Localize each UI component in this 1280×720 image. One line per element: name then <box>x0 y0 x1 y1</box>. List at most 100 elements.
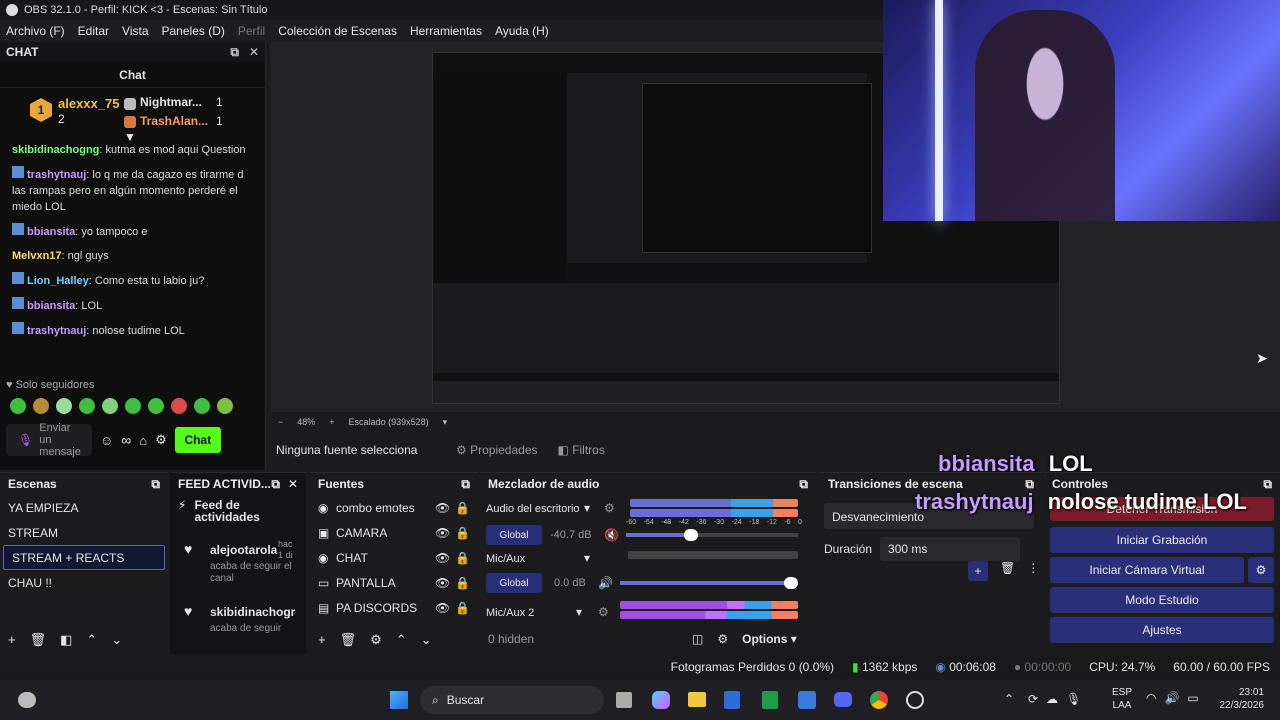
menu-vista[interactable]: Vista <box>122 24 148 38</box>
source-item[interactable]: ▤ PA DISCORDS 👁 🔒 <box>310 595 478 620</box>
file-explorer-icon[interactable] <box>688 692 706 707</box>
source-item[interactable]: ▣ CAMARA 👁 🔒 <box>310 520 478 545</box>
undock-icon[interactable]: ⧉ <box>271 477 280 492</box>
emote-icon[interactable] <box>217 398 233 414</box>
menu-coleccion[interactable]: Colección de Escenas <box>278 24 397 38</box>
up-icon[interactable]: ⌃ <box>396 632 407 648</box>
source-item[interactable]: ◉ CHAT 👁 🔒 <box>310 545 478 570</box>
scene-item[interactable]: CHAU !! <box>0 570 168 595</box>
scaling-select[interactable]: Escalado (939x528) <box>349 417 429 427</box>
volume-slider[interactable] <box>626 529 798 541</box>
visibility-icon[interactable]: 👁 <box>435 551 455 565</box>
layout-icon[interactable]: ◫ <box>692 632 703 646</box>
visibility-icon[interactable]: 👁 <box>435 526 455 540</box>
source-item[interactable]: ◉ combo emotes 👁 🔒 <box>310 495 478 520</box>
up-icon[interactable]: ⌃ <box>86 632 97 648</box>
options-button[interactable]: Options ▾ <box>742 632 797 646</box>
lock-icon[interactable]: 🔒 <box>455 526 470 540</box>
lock-icon[interactable]: 🔒 <box>455 601 470 615</box>
down-icon[interactable]: ⌄ <box>421 632 432 648</box>
start-recording-button[interactable]: Iniciar Grabación <box>1050 527 1274 553</box>
menu-ayuda[interactable]: Ayuda (H) <box>495 24 549 38</box>
menu-perfil[interactable]: Perfil <box>238 24 265 38</box>
lock-icon[interactable]: 🔒 <box>455 551 470 565</box>
network-volume-battery-icons[interactable]: ◠🔊▭ <box>1146 691 1207 705</box>
add-icon[interactable]: + <box>8 632 16 648</box>
duration-input[interactable]: 300 ms <box>880 537 1021 561</box>
chevron-down-icon[interactable]: ▾ <box>584 501 590 515</box>
emote-icon[interactable] <box>56 398 72 414</box>
chat-send-button[interactable]: Chat <box>174 427 221 453</box>
emote-icon[interactable] <box>194 398 210 414</box>
properties-button[interactable]: ⚙ Propiedades <box>456 443 538 457</box>
volume-slider[interactable] <box>620 577 798 589</box>
zoom-in-button[interactable]: + <box>329 417 334 427</box>
settings-button[interactable]: Ajustes <box>1050 617 1274 643</box>
obs-taskbar-icon[interactable] <box>906 691 924 709</box>
down-icon[interactable]: ⌄ <box>111 632 122 648</box>
advanced-audio-icon[interactable]: ⚙ <box>717 632 728 646</box>
close-icon[interactable]: ✕ <box>249 45 259 60</box>
store-icon[interactable]: ⌂ <box>139 433 147 448</box>
language-indicator[interactable]: ESP LAA <box>1112 686 1132 712</box>
menu-paneles[interactable]: Paneles (D) <box>162 24 225 38</box>
add-icon[interactable]: + <box>318 632 326 648</box>
emote-icon[interactable] <box>10 398 26 414</box>
infinity-icon[interactable]: ∞ <box>121 432 131 448</box>
filters-button[interactable]: ◧ Filtros <box>558 443 605 457</box>
emote-picker-icon[interactable]: ☺ <box>100 433 113 448</box>
lock-icon[interactable]: 🔒 <box>455 501 470 515</box>
chevron-down-icon[interactable]: ▾ <box>443 417 448 428</box>
clock[interactable]: 23:01 22/3/2026 <box>1214 686 1265 712</box>
emote-icon[interactable] <box>148 398 164 414</box>
add-icon[interactable]: + <box>968 561 988 581</box>
emote-icon[interactable] <box>79 398 95 414</box>
excel-icon[interactable] <box>762 691 778 709</box>
undock-icon[interactable]: ⧉ <box>230 45 239 60</box>
chevron-down-icon[interactable]: ▾ <box>584 551 590 565</box>
global-button[interactable]: Global <box>486 525 542 545</box>
filter-icon[interactable]: ◧ <box>60 632 72 648</box>
gear-icon[interactable]: ⚙ <box>370 632 382 648</box>
trash-icon[interactable]: 🗑 <box>1000 561 1015 581</box>
lock-icon[interactable]: 🔒 <box>455 576 470 590</box>
visibility-icon[interactable]: 👁 <box>435 501 455 515</box>
start-button-icon[interactable] <box>390 691 408 709</box>
undock-icon[interactable]: ⧉ <box>1263 477 1272 492</box>
emote-icon[interactable] <box>171 398 187 414</box>
visibility-icon[interactable]: 👁 <box>435 601 455 615</box>
speaker-icon[interactable]: 🔊 <box>598 576 613 590</box>
studio-mode-button[interactable]: Modo Estudio <box>1050 587 1274 613</box>
scene-item[interactable]: STREAM <box>0 520 168 545</box>
emote-icon[interactable] <box>125 398 141 414</box>
global-button[interactable]: Global <box>486 573 542 593</box>
scene-item-selected[interactable]: STREAM + REACTS <box>3 545 165 570</box>
tray-icons[interactable]: ⟳☁🎙 <box>1028 692 1089 706</box>
chevron-down-icon[interactable]: ▾ <box>576 605 582 619</box>
scene-item[interactable]: YA EMPIEZA <box>0 495 168 520</box>
zoom-out-button[interactable]: − <box>278 417 283 427</box>
task-view-icon[interactable] <box>616 692 632 708</box>
emote-icon[interactable] <box>102 398 118 414</box>
undock-icon[interactable]: ⧉ <box>461 477 470 492</box>
virtual-camera-settings-icon[interactable]: ⚙ <box>1248 557 1274 583</box>
emote-icon[interactable] <box>33 398 49 414</box>
start-virtual-camera-button[interactable]: Iniciar Cámara Virtual <box>1050 557 1244 583</box>
visibility-icon[interactable]: 👁 <box>435 576 455 590</box>
discord-icon[interactable] <box>834 692 852 707</box>
menu-herramientas[interactable]: Herramientas <box>410 24 482 38</box>
chat-input[interactable]: 🎙 Enviar un mensaje <box>6 422 92 458</box>
trash-icon[interactable]: 🗑 <box>30 632 47 648</box>
undock-icon[interactable]: ⧉ <box>151 477 160 492</box>
trash-icon[interactable]: 🗑 <box>340 632 357 648</box>
close-icon[interactable]: ✕ <box>288 477 298 492</box>
mixer-settings-icon[interactable]: ⚙ <box>604 501 615 515</box>
word-icon[interactable] <box>724 691 740 709</box>
more-icon[interactable]: ⋮ <box>1027 561 1039 581</box>
menu-editar[interactable]: Editar <box>78 24 109 38</box>
source-item[interactable]: ▭ PANTALLA 👁 🔒 <box>310 570 478 595</box>
leader-chevron-icon[interactable]: ▼ <box>124 130 136 144</box>
settings-icon[interactable]: ⚙ <box>155 432 167 448</box>
undock-icon[interactable]: ⧉ <box>799 477 808 492</box>
mixer-settings-icon[interactable]: ⚙ <box>598 605 609 619</box>
